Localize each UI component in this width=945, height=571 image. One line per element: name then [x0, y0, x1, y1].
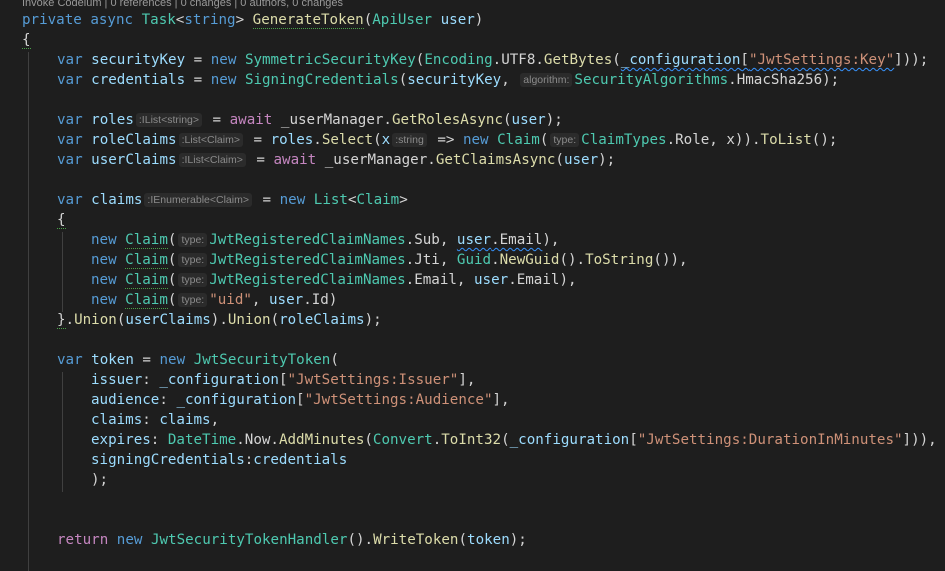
indent-guide [62, 372, 63, 492]
inlay-hint-type: :List<Claim> [178, 133, 243, 147]
code-line-user-claims[interactable]: var userClaims:IList<Claim> = await _use… [57, 150, 615, 170]
code-line-credentials[interactable]: var credentials = new SigningCredentials… [57, 70, 839, 90]
inlay-hint-type: :IEnumerable<Claim> [144, 193, 252, 207]
code-line-claim-uid[interactable]: new Claim(type: "uid", user.Id) [91, 290, 337, 310]
code-line-issuer[interactable]: issuer: _configuration["JwtSettings:Issu… [91, 370, 475, 390]
code-line-brace-open[interactable]: { [22, 30, 31, 50]
code-line-token-end[interactable]: ); [91, 470, 108, 490]
inlay-hint-type: :IList<string> [135, 113, 203, 127]
code-line-signing-credentials[interactable]: signingCredentials:credentials [91, 450, 347, 470]
indent-guide [62, 232, 63, 312]
inlay-hint-type: :IList<Claim> [178, 153, 246, 167]
code-line-claims[interactable]: var claims:IEnumerable<Claim> = new List… [57, 190, 408, 210]
codelens-info[interactable]: Invoke Codeium | 0 references | 0 change… [22, 0, 343, 9]
code-line-expires[interactable]: expires: DateTime.Now.AddMinutes(Convert… [91, 430, 937, 450]
inlay-hint-type: :string [392, 133, 427, 147]
code-line-brace-inner-open[interactable]: { [57, 210, 66, 230]
code-line-token[interactable]: var token = new JwtSecurityToken( [57, 350, 339, 370]
code-line-role-claims[interactable]: var roleClaims:List<Claim> = roles.Selec… [57, 130, 837, 150]
code-line-return[interactable]: return new JwtSecurityTokenHandler().Wri… [57, 530, 527, 550]
code-editor[interactable]: Invoke Codeium | 0 references | 0 change… [0, 0, 945, 571]
code-line-roles[interactable]: var roles:IList<string> = await _userMan… [57, 110, 563, 130]
inlay-hint-param: type: [178, 233, 208, 247]
code-line-claim-jti[interactable]: new Claim(type: JwtRegisteredClaimNames.J… [91, 250, 688, 270]
indent-guide [28, 52, 29, 571]
code-line-security-key[interactable]: var securityKey = new SymmetricSecurityK… [57, 50, 928, 70]
inlay-hint-param: type: [178, 253, 208, 267]
inlay-hint-param: type: [178, 273, 208, 287]
inlay-hint-algorithm: algorithm: [520, 73, 573, 87]
code-line-claims-arg[interactable]: claims: claims, [91, 410, 219, 430]
code-line-audience[interactable]: audience: _configuration["JwtSettings:Au… [91, 390, 510, 410]
code-line-claim-email[interactable]: new Claim(type: JwtRegisteredClaimNames.E… [91, 270, 577, 290]
code-line-claim-sub[interactable]: new Claim(type: JwtRegisteredClaimNames.S… [91, 230, 559, 250]
code-line-signature[interactable]: private async Task<string> GenerateToken… [22, 10, 483, 30]
code-line-union[interactable]: }.Union(userClaims).Union(roleClaims); [57, 310, 382, 330]
inlay-hint-param: type: [550, 133, 580, 147]
inlay-hint-param: type: [178, 293, 208, 307]
